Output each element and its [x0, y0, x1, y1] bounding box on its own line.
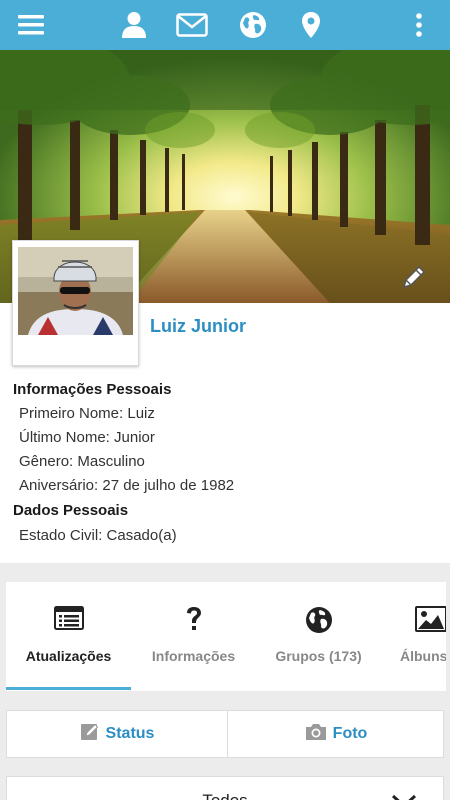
active-tab-indicator — [6, 687, 131, 690]
info-last-name: Último Nome: Junior — [19, 429, 155, 446]
status-label: Status — [105, 725, 155, 742]
info-birthday: Aniversário: 27 de julho de 1982 — [19, 477, 235, 494]
tab-albuns[interactable]: Álbuns — [381, 582, 446, 691]
status-button[interactable]: Status — [7, 711, 227, 757]
profile-tabs: Atualizações Informações Grupos (173) Ál… — [6, 582, 446, 691]
filter-label: Todos — [7, 791, 443, 800]
tab-label: Atualizações — [25, 648, 112, 664]
feed-filter[interactable]: Todos — [6, 776, 444, 800]
top-app-bar — [0, 0, 450, 50]
photo-label: Foto — [332, 725, 368, 742]
info-marital-status: Estado Civil: Casado(a) — [19, 527, 177, 544]
tab-label: Grupos (173) — [275, 648, 362, 664]
tab-label: Informações — [151, 648, 236, 664]
globe-icon[interactable] — [238, 8, 268, 42]
post-actions-bar: Status Foto — [6, 710, 444, 758]
menu-icon[interactable] — [16, 8, 46, 42]
tab-label: Álbuns — [400, 648, 446, 664]
image-icon — [415, 606, 446, 637]
profile-name[interactable]: Luiz Junior — [150, 316, 246, 337]
personal-info-heading: Informações Pessoais — [13, 381, 172, 398]
tab-grupos[interactable]: Grupos (173) — [256, 582, 381, 691]
mail-icon[interactable] — [175, 8, 209, 42]
camera-icon — [305, 723, 327, 746]
info-gender: Gênero: Masculino — [19, 453, 145, 470]
list-icon — [53, 606, 84, 635]
edit-icon — [80, 722, 100, 747]
chevron-down-icon[interactable] — [391, 793, 417, 800]
info-first-name: Primeiro Nome: Luiz — [19, 405, 155, 422]
user-icon[interactable] — [119, 8, 149, 42]
avatar[interactable] — [12, 240, 139, 366]
tab-atualizacoes[interactable]: Atualizações — [6, 582, 131, 691]
personal-data-heading: Dados Pessoais — [13, 502, 129, 519]
globe-icon — [305, 606, 333, 639]
tab-informacoes[interactable]: Informações — [131, 582, 256, 691]
location-pin-icon[interactable] — [299, 8, 323, 42]
more-vertical-icon[interactable] — [410, 8, 428, 42]
photo-button[interactable]: Foto — [228, 711, 444, 757]
edit-cover-pencil-icon[interactable] — [399, 262, 429, 292]
question-icon — [185, 606, 203, 637]
